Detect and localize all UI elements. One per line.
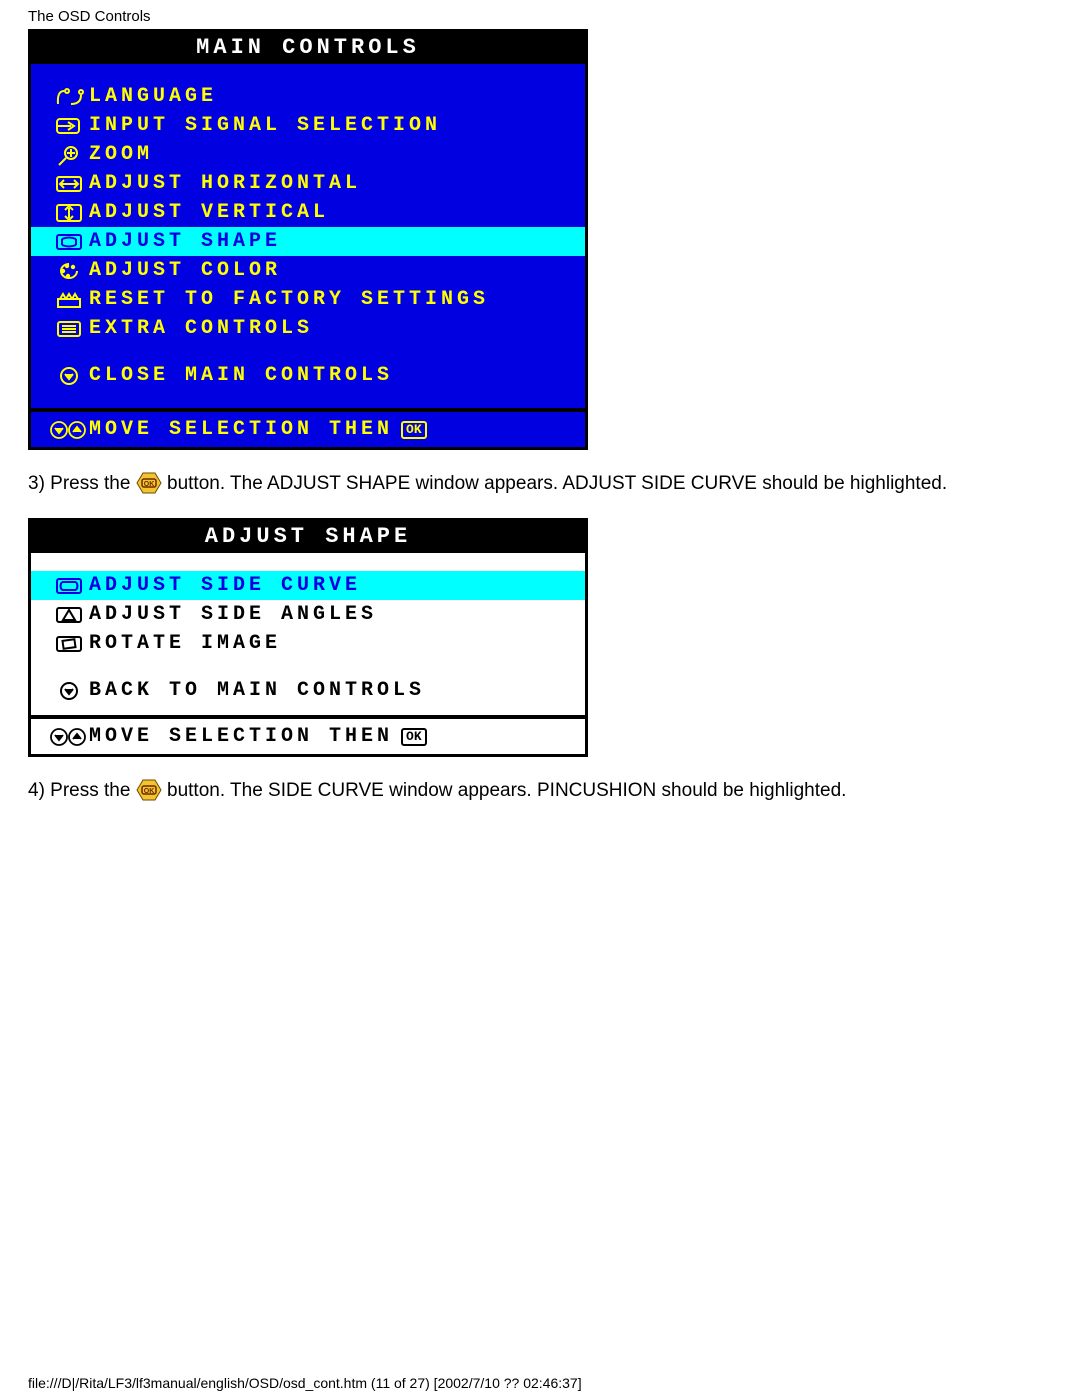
menu-item-label: LANGUAGE — [89, 85, 217, 108]
main-controls-footer: MOVE SELECTION THEN OK — [31, 412, 585, 447]
menu-item-adjust-color[interactable]: ADJUST COLOR — [31, 256, 585, 285]
menu-item-label: ADJUST COLOR — [89, 259, 281, 282]
zoom-icon — [49, 144, 89, 166]
page-header: The OSD Controls — [0, 0, 1080, 29]
menu-item-adjust-shape[interactable]: ADJUST SHAPE — [31, 227, 585, 256]
side-curve-icon — [49, 575, 89, 597]
main-controls-title: MAIN CONTROLS — [31, 32, 585, 64]
adjust-shape-window: ADJUST SHAPE ADJUST SIDE CURVE ADJUST SI… — [28, 518, 588, 757]
menu-item-label: ADJUST SHAPE — [89, 230, 281, 253]
instruction-step-4: 4) Press the OK button. The SIDE CURVE w… — [28, 775, 1052, 807]
close-label: CLOSE MAIN CONTROLS — [89, 364, 393, 387]
adjust-color-icon — [49, 260, 89, 282]
factory-reset-icon — [49, 289, 89, 311]
menu-item-adjust-side-angles[interactable]: ADJUST SIDE ANGLES — [31, 600, 585, 629]
menu-item-label: RESET TO FACTORY SETTINGS — [89, 288, 489, 311]
input-signal-icon — [49, 115, 89, 137]
adjust-shape-title: ADJUST SHAPE — [31, 521, 585, 553]
menu-item-label: ADJUST VERTICAL — [89, 201, 329, 224]
side-angles-icon — [49, 604, 89, 626]
menu-item-adjust-side-curve[interactable]: ADJUST SIDE CURVE — [31, 571, 585, 600]
language-icon — [49, 86, 89, 108]
menu-item-adjust-horizontal[interactable]: ADJUST HORIZONTAL — [31, 169, 585, 198]
instruction-step-3: 3) Press the OK button. The ADJUST SHAPE… — [28, 468, 1052, 500]
ok-hex-button-icon: OK — [136, 472, 162, 494]
menu-item-extra-controls[interactable]: EXTRA CONTROLS — [31, 314, 585, 343]
ok-icon: OK — [401, 728, 427, 746]
ok-hex-button-icon: OK — [136, 779, 162, 801]
rotate-image-icon — [49, 633, 89, 655]
up-down-arrows-icon — [49, 726, 89, 748]
footer-text: MOVE SELECTION THEN — [89, 418, 393, 441]
menu-close-main-controls[interactable]: CLOSE MAIN CONTROLS — [31, 361, 585, 390]
footer-file-path: file:///D|/Rita/LF3/lf3manual/english/OS… — [28, 1375, 582, 1391]
back-label: BACK TO MAIN CONTROLS — [89, 679, 425, 702]
menu-item-label: INPUT SIGNAL SELECTION — [89, 114, 441, 137]
menu-item-adjust-vertical[interactable]: ADJUST VERTICAL — [31, 198, 585, 227]
menu-item-input-signal[interactable]: INPUT SIGNAL SELECTION — [31, 111, 585, 140]
menu-item-label: ZOOM — [89, 143, 153, 166]
adjust-horizontal-icon — [49, 173, 89, 195]
menu-item-zoom[interactable]: ZOOM — [31, 140, 585, 169]
svg-text:OK: OK — [143, 788, 154, 795]
menu-item-rotate-image[interactable]: ROTATE IMAGE — [31, 629, 585, 658]
menu-item-reset-factory[interactable]: RESET TO FACTORY SETTINGS — [31, 285, 585, 314]
menu-item-language[interactable]: LANGUAGE — [31, 82, 585, 111]
adjust-shape-icon — [49, 231, 89, 253]
menu-item-label: ADJUST SIDE CURVE — [89, 574, 361, 597]
ok-icon: OK — [401, 421, 427, 439]
menu-item-label: EXTRA CONTROLS — [89, 317, 313, 340]
up-down-arrows-icon — [49, 419, 89, 441]
menu-item-label: ROTATE IMAGE — [89, 632, 281, 655]
menu-item-label: ADJUST HORIZONTAL — [89, 172, 361, 195]
adjust-shape-footer: MOVE SELECTION THEN OK — [31, 719, 585, 754]
menu-item-label: ADJUST SIDE ANGLES — [89, 603, 377, 626]
extra-controls-icon — [49, 318, 89, 340]
menu-back-to-main[interactable]: BACK TO MAIN CONTROLS — [31, 676, 585, 705]
main-controls-window: MAIN CONTROLS LANGUAGE INPUT SIGNAL SELE… — [28, 29, 588, 450]
svg-text:OK: OK — [143, 481, 154, 488]
down-arrow-circle-icon — [49, 365, 89, 387]
down-arrow-circle-icon — [49, 680, 89, 702]
footer-text: MOVE SELECTION THEN — [89, 725, 393, 748]
adjust-vertical-icon — [49, 202, 89, 224]
